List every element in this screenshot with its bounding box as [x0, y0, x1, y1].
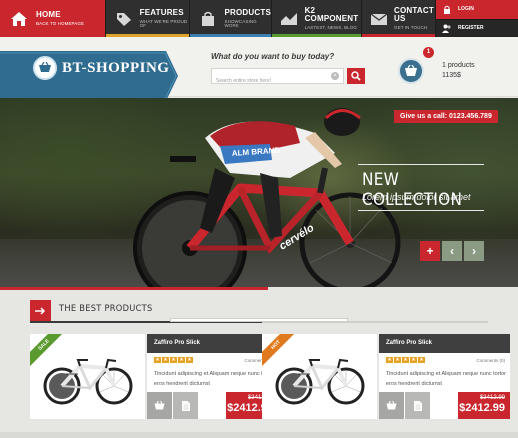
cart-count-badge: 1 — [423, 47, 434, 58]
star-icon: ★ — [178, 357, 185, 363]
star-icon: ★ — [394, 357, 401, 363]
lock-icon — [442, 4, 452, 14]
search-icon — [351, 71, 361, 81]
chevron-left-icon: ‹ — [450, 244, 454, 258]
hero-title: NEW COLLECTION — [362, 170, 463, 210]
search-box: × — [211, 68, 344, 88]
product-actions: $3412.99 $2412.99 — [379, 392, 510, 419]
auth-box: LOGIN REGISTER — [436, 0, 518, 37]
hero-subtitle: Lorem ipsum dolor sit amet — [362, 192, 471, 202]
product-actions: $3412.99 $2412.99 — [147, 392, 278, 419]
nav-subtitle: SHOWCASING WORK — [224, 18, 257, 28]
register-label: REGISTER — [458, 25, 484, 32]
top-navigation: HOME BACK TO HOMEPAGE FEATURES WHAT WE'R… — [0, 0, 518, 37]
hot-badge: HOT — [262, 334, 296, 368]
best-products-section: THE BEST PRODUCTS SALE Zaffiro Pro Slick… — [0, 290, 518, 438]
document-icon — [181, 400, 190, 411]
basket-icon — [405, 65, 417, 76]
section-arrow-icon — [30, 300, 51, 321]
cart-products-count[interactable]: 1 products — [442, 62, 475, 69]
chevron-right-icon: › — [472, 244, 476, 258]
products-scrollbar[interactable] — [170, 318, 348, 322]
nav-title: CONTACT US — [394, 5, 434, 23]
chart-icon — [280, 8, 299, 30]
tag-icon — [114, 8, 134, 30]
nav-item-contact-us[interactable]: CONTACT US GET IN TOUCH — [362, 0, 436, 37]
nav-subtitle: LASTEST, NEWS, BLOG — [304, 24, 357, 30]
search-input[interactable] — [212, 74, 322, 88]
phone-callout: Give us a call: 0123.456.789 — [394, 110, 498, 123]
comments-link[interactable]: Comments (0) — [476, 358, 505, 363]
rating-stars: ★ ★ ★ ★ ★ — [154, 357, 193, 363]
product-image[interactable]: HOT — [262, 334, 377, 419]
star-icon: ★ — [410, 357, 417, 363]
nav-subtitle: GET IN TOUCH — [394, 24, 428, 30]
sale-badge: SALE — [30, 334, 64, 368]
product-description: Tincidunt adipiscing et Aliquam neque nu… — [154, 371, 274, 387]
product-name[interactable]: Zaffiro Pro Slick — [147, 334, 278, 353]
nav-title: FEATURES — [139, 7, 184, 17]
section-title: THE BEST PRODUCTS — [59, 304, 153, 314]
slide-next-button[interactable]: › — [464, 241, 484, 261]
basket-icon — [386, 401, 397, 410]
rating-stars: ★ ★ ★ ★ ★ — [386, 357, 425, 363]
logo-cart-badge-icon — [33, 56, 57, 80]
search-heading: What do you want to buy today? — [211, 52, 335, 61]
cart-total: 1135$ — [442, 72, 461, 79]
register-button[interactable]: REGISTER — [436, 18, 518, 37]
old-price: $3412.99 — [479, 395, 505, 401]
product-info: Zaffiro Pro Slick ★ ★ ★ ★ ★ Comments (0) Tin… — [147, 334, 278, 419]
nav-item-products[interactable]: PRODUCTS SHOWCASING WORK — [190, 0, 272, 37]
document-icon — [413, 400, 422, 411]
view-details-button[interactable] — [405, 392, 430, 419]
product-name[interactable]: Zaffiro Pro Slick — [379, 334, 510, 353]
bag-icon — [198, 8, 219, 30]
star-icon: ★ — [162, 357, 169, 363]
star-icon: ★ — [402, 357, 409, 363]
users-icon — [442, 23, 452, 33]
site-header: BT-SHOPPING What do you want to buy toda… — [0, 37, 518, 101]
plus-icon: + — [426, 244, 434, 258]
nav-subtitle: WHAT WE'RE PROUD OF — [139, 18, 188, 28]
product-card: SALE Zaffiro Pro Slick ★ ★ ★ ★ ★ Comments (0… — [30, 334, 278, 419]
divider — [358, 164, 484, 165]
hero-slider: ALM BRAND cervélo Give us a call: 0123.4… — [0, 98, 518, 287]
star-icon: ★ — [154, 357, 161, 363]
nav-subtitle: BACK TO HOMEPAGE — [36, 20, 85, 26]
footer-strip — [0, 432, 518, 438]
product-image[interactable]: SALE — [30, 334, 145, 419]
star-icon: ★ — [418, 357, 425, 363]
cart-button[interactable] — [398, 58, 424, 84]
view-details-button[interactable] — [173, 392, 198, 419]
nav-title: K2 COMPONENT — [304, 5, 359, 23]
badge-label: HOT — [262, 334, 296, 368]
home-icon — [8, 8, 30, 30]
nav-item-k2-component[interactable]: K2 COMPONENT LASTEST, NEWS, BLOG — [272, 0, 362, 37]
search-button[interactable] — [347, 68, 365, 84]
badge-label: SALE — [30, 334, 64, 368]
nav-title: PRODUCTS — [224, 7, 271, 17]
slide-plus-button[interactable]: + — [420, 241, 440, 261]
add-to-cart-button[interactable] — [147, 392, 172, 419]
star-icon: ★ — [386, 357, 393, 363]
star-icon: ★ — [170, 357, 177, 363]
nav-item-home[interactable]: HOME BACK TO HOMEPAGE — [0, 0, 106, 37]
login-button[interactable]: LOGIN — [436, 0, 518, 19]
price-box: $3412.99 $2412.99 — [458, 392, 510, 419]
current-price: $2412.99 — [459, 402, 505, 414]
star-icon: ★ — [186, 357, 193, 363]
nav-title: HOME — [36, 9, 61, 19]
clear-search-icon[interactable]: × — [331, 72, 339, 80]
login-label: LOGIN — [458, 6, 474, 13]
nav-item-features[interactable]: FEATURES WHAT WE'RE PROUD OF — [106, 0, 190, 37]
add-to-cart-button[interactable] — [379, 392, 404, 419]
basket-icon — [154, 401, 165, 410]
product-card: HOT Zaffiro Pro Slick ★ ★ ★ ★ ★ Comments (0)… — [262, 334, 510, 419]
divider — [358, 210, 484, 211]
mail-icon — [370, 8, 388, 30]
slide-prev-button[interactable]: ‹ — [442, 241, 462, 261]
product-description: Tincidunt adipiscing et Aliquam neque nu… — [386, 371, 506, 387]
product-info: Zaffiro Pro Slick ★ ★ ★ ★ ★ Comments (0) Tin… — [379, 334, 510, 419]
site-logo[interactable]: BT-SHOPPING — [62, 60, 169, 77]
